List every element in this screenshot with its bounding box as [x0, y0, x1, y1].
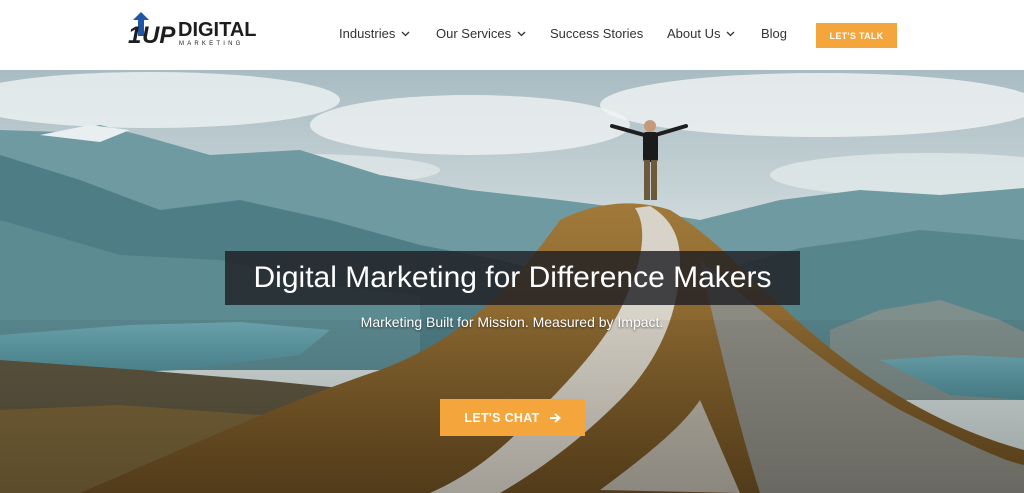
chevron-down-icon: [401, 31, 410, 36]
lets-chat-button[interactable]: LET'S CHAT: [440, 399, 585, 436]
svg-text:1: 1: [128, 22, 141, 49]
hero-section: Digital Marketing for Difference Makers …: [0, 70, 1024, 493]
nav-item-blog[interactable]: Blog: [761, 26, 787, 41]
brand-logo[interactable]: 1 UP DIGITAL MARKETING: [128, 10, 268, 50]
nav-item-industries[interactable]: Industries: [339, 26, 410, 41]
nav-item-success-stories[interactable]: Success Stories: [550, 26, 643, 41]
lets-chat-label: LET'S CHAT: [464, 410, 540, 425]
nav-item-about-us[interactable]: About Us: [667, 26, 735, 41]
logo-text: DIGITAL: [178, 19, 257, 41]
arrow-right-icon: [549, 412, 561, 423]
svg-text:UP: UP: [142, 22, 176, 49]
chevron-down-icon: [727, 31, 735, 36]
logo-subtext: MARKETING: [179, 41, 243, 47]
nav-item-our-services[interactable]: Our Services: [436, 26, 526, 41]
nav-item-label: Industries: [339, 26, 396, 41]
site-header: 1 UP DIGITAL MARKETING Industries Our Se…: [0, 0, 1024, 70]
hero-subtitle: Marketing Built for Mission. Measured by…: [360, 314, 664, 330]
nav-item-label: Blog: [761, 26, 788, 41]
nav-item-label: About Us: [667, 26, 721, 41]
nav-item-label: Our Services: [436, 26, 512, 41]
hero-title: Digital Marketing for Difference Makers: [225, 251, 800, 305]
chevron-down-icon: [517, 31, 526, 36]
lets-talk-button[interactable]: LET'S TALK: [816, 23, 897, 48]
nav-item-label: Success Stories: [550, 26, 644, 41]
